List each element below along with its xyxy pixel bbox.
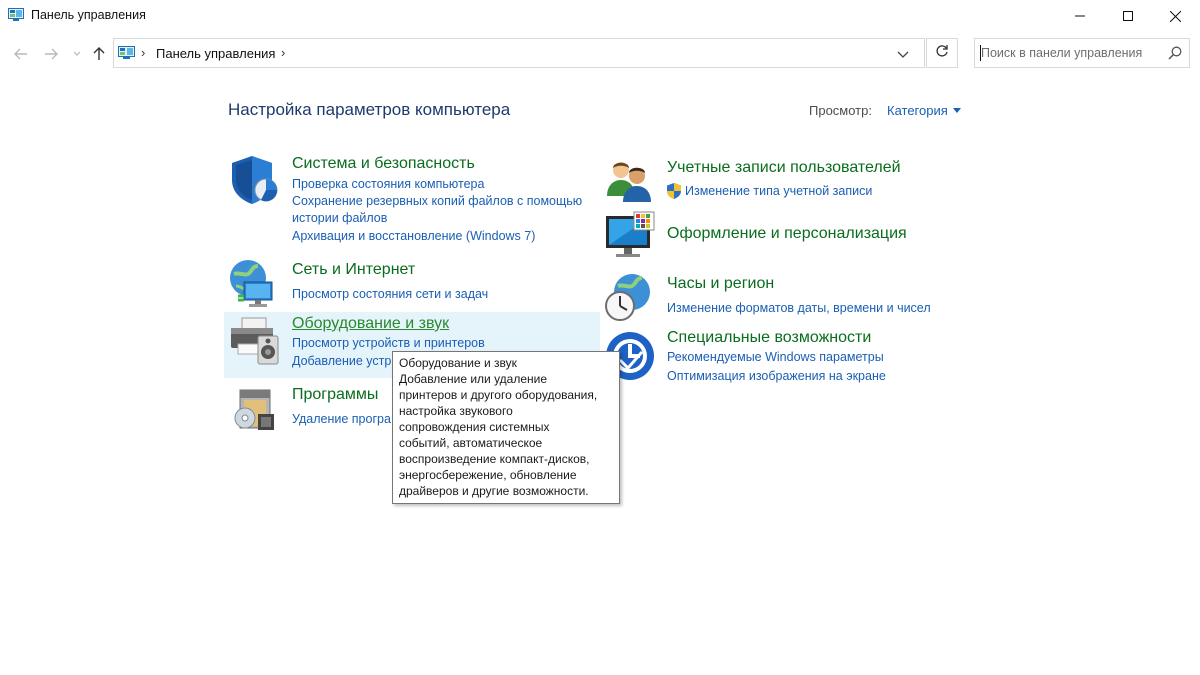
link-change-account-type[interactable]: Изменение типа учетной записи <box>685 183 872 200</box>
category-hardware-sound[interactable]: Оборудование и звук <box>292 315 449 333</box>
tooltip-line: принтеров и другого оборудования, <box>399 388 598 402</box>
arrow-right-icon[interactable] <box>42 45 60 63</box>
search-box[interactable] <box>974 38 1190 68</box>
arrow-up-icon[interactable] <box>90 45 108 63</box>
tooltip-title: Оборудование и звук <box>399 356 517 370</box>
address-bar[interactable]: › Панель управления › <box>113 38 925 68</box>
category-user-accounts[interactable]: Учетные записи пользователей <box>667 159 901 177</box>
window-title: Панель управления <box>31 8 146 22</box>
tooltip-line: воспроизведение компакт-дисков, <box>399 452 590 466</box>
tooltip-line: событий, автоматическое <box>399 436 543 450</box>
link-add-device[interactable]: Добавление устр <box>292 353 391 370</box>
title-bar: Панель управления <box>0 0 1200 32</box>
printer-speaker-icon[interactable] <box>228 314 280 366</box>
programs-icon[interactable] <box>228 384 280 436</box>
users-icon[interactable] <box>604 156 656 208</box>
dropdown-arrow-icon[interactable] <box>953 108 961 113</box>
tooltip-line: настройка звукового <box>399 404 513 418</box>
control-panel-icon <box>8 8 24 21</box>
tooltip-line: драйверов и другие возможности. <box>399 484 589 498</box>
tooltip-line: сопровождения системных <box>399 420 550 434</box>
search-icon[interactable] <box>1168 46 1182 60</box>
monitor-palette-icon[interactable] <box>604 210 656 262</box>
view-label: Просмотр: <box>809 103 872 118</box>
link-optimize-visual-display[interactable]: Оптимизация изображения на экране <box>667 368 886 385</box>
category-network-internet[interactable]: Сеть и Интернет <box>292 261 415 279</box>
breadcrumb-separator[interactable]: › <box>281 45 285 60</box>
network-globe-icon[interactable] <box>228 258 280 310</box>
refresh-button[interactable] <box>926 38 958 68</box>
search-input[interactable] <box>981 44 1161 62</box>
link-network-status-tasks[interactable]: Просмотр состояния сети и задач <box>292 286 488 303</box>
category-appearance-personalization[interactable]: Оформление и персонализация <box>667 225 907 243</box>
tooltip-line: Добавление или удаление <box>399 372 548 386</box>
link-file-history-backup[interactable]: Сохранение резервных копий файлов с помо… <box>292 193 582 210</box>
chevron-down-icon[interactable] <box>68 45 86 63</box>
page-title: Настройка параметров компьютера <box>228 100 511 119</box>
breadcrumb-control-panel[interactable]: Панель управления <box>156 46 275 61</box>
category-system-security[interactable]: Система и безопасность <box>292 155 475 173</box>
tooltip: Оборудование и звук Добавление или удале… <box>392 351 620 504</box>
minimize-button[interactable] <box>1057 0 1103 32</box>
view-mode-dropdown[interactable]: Категория <box>887 103 948 118</box>
arrow-left-icon[interactable] <box>12 45 30 63</box>
refresh-icon <box>935 44 949 63</box>
link-uninstall-program[interactable]: Удаление програ <box>292 411 391 428</box>
breadcrumb-separator[interactable]: › <box>141 45 145 60</box>
link-devices-printers[interactable]: Просмотр устройств и принтеров <box>292 335 485 352</box>
maximize-button[interactable] <box>1105 0 1151 32</box>
category-ease-of-access[interactable]: Специальные возможности <box>667 329 871 347</box>
link-change-date-formats[interactable]: Изменение форматов даты, времени и чисел <box>667 300 931 317</box>
control-panel-icon <box>118 46 135 60</box>
link-file-history-backup-cont[interactable]: истории файлов <box>292 210 387 227</box>
link-backup-restore-win7[interactable]: Архивация и восстановление (Windows 7) <box>292 228 535 245</box>
category-clock-region[interactable]: Часы и регион <box>667 275 774 293</box>
link-check-computer-status[interactable]: Проверка состояния компьютера <box>292 176 484 193</box>
chevron-down-icon[interactable] <box>896 47 910 61</box>
close-button[interactable] <box>1152 0 1198 32</box>
shield-icon[interactable] <box>228 154 280 206</box>
link-recommended-windows-settings[interactable]: Рекомендуемые Windows параметры <box>667 349 884 366</box>
uac-shield-icon <box>667 183 681 199</box>
clock-globe-icon[interactable] <box>604 272 656 324</box>
category-programs[interactable]: Программы <box>292 386 378 404</box>
tooltip-line: энергосбережение, обновление <box>399 468 577 482</box>
